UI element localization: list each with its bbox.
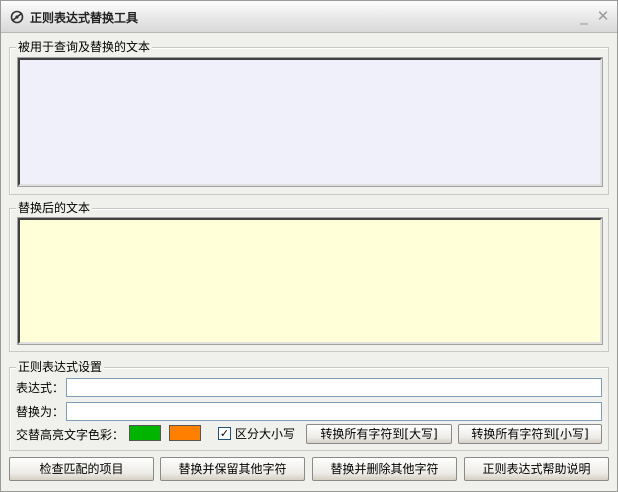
replace-delete-button[interactable]: 替换并删除其他字符	[312, 457, 457, 481]
result-text-group: 替换后的文本	[9, 201, 609, 352]
check-matches-button[interactable]: 检查匹配的项目	[9, 457, 154, 481]
case-sensitive-checkbox[interactable]: ✓	[218, 427, 231, 440]
replace-input[interactable]	[66, 402, 602, 421]
result-text-label: 替换后的文本	[16, 201, 93, 215]
case-sensitive-label[interactable]: 区分大小写	[235, 427, 295, 441]
expression-input[interactable]	[66, 378, 602, 397]
convert-lowercase-button[interactable]: 转换所有字符到[小写]	[458, 424, 602, 444]
title-bar[interactable]: 正则表达式替换工具 _ ✕	[1, 1, 617, 33]
result-text-area[interactable]	[17, 217, 603, 345]
window-title: 正则表达式替换工具	[30, 11, 139, 25]
replace-label: 替换为：	[16, 405, 65, 419]
close-icon[interactable]: ✕	[595, 8, 611, 24]
source-text-group: 被用于查询及替换的文本	[9, 40, 609, 195]
regex-settings-label: 正则表达式设置	[16, 360, 105, 374]
source-text-label: 被用于查询及替换的文本	[16, 40, 153, 54]
expression-label: 表达式：	[16, 381, 65, 395]
replace-keep-button[interactable]: 替换并保留其他字符	[160, 457, 305, 481]
convert-uppercase-button[interactable]: 转换所有字符到[大写]	[306, 424, 452, 444]
highlight-color-swatch-green[interactable]	[129, 425, 161, 441]
highlight-color-label: 交替高亮文字色彩：	[16, 428, 125, 442]
help-button[interactable]: 正则表达式帮助说明	[464, 457, 609, 481]
app-icon	[10, 10, 24, 24]
highlight-color-swatch-orange[interactable]	[169, 425, 201, 441]
main-window: 正则表达式替换工具 _ ✕ 被用于查询及替换的文本 替换后的文本 正则表达式设置…	[0, 0, 618, 492]
regex-settings-group: 正则表达式设置 表达式： 替换为： 交替高亮文字色彩： ✓ 区分大小写 转换所有…	[9, 360, 609, 451]
source-text-area[interactable]	[17, 57, 603, 187]
minimize-icon[interactable]: _	[576, 8, 592, 24]
